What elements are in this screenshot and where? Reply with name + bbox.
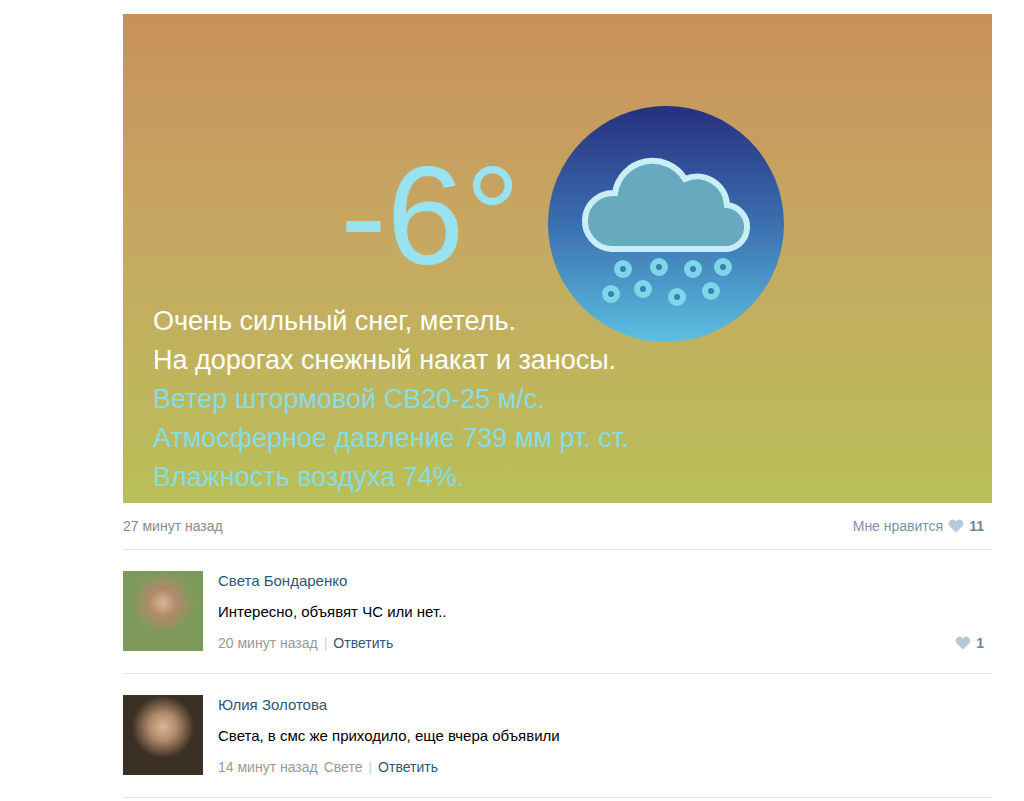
- like-label[interactable]: Мне нравится: [853, 518, 943, 534]
- reply-to[interactable]: Свете: [324, 757, 363, 777]
- post-time[interactable]: 27 минут назад: [123, 518, 223, 534]
- weather-lines: Очень сильный снег, метель.На дорогах сн…: [153, 302, 992, 497]
- post: -6° Очень сильный снег, метель.На дорогах…: [123, 14, 992, 798]
- like-button[interactable]: Мне нравится 11: [853, 518, 984, 534]
- weather-line: Очень сильный снег, метель.: [153, 302, 992, 341]
- comment-like-count: 1: [976, 633, 984, 653]
- weather-line: На дорогах снежный накат и заносы.: [153, 341, 992, 380]
- comment-text: Света, в смс же приходило, еще вчера объ…: [218, 726, 984, 746]
- comment-body: Света Бондаренко Интересно, объявят ЧС ил…: [218, 571, 984, 653]
- comment: Юлия Золотова Света, в смс же приходило, …: [123, 674, 992, 798]
- weather-header: -6°: [153, 106, 992, 302]
- weather-card: -6° Очень сильный снег, метель.На дорогах…: [123, 14, 992, 503]
- weather-line: Влажность воздуха 74%.: [153, 458, 992, 497]
- weather-icon: [548, 106, 784, 342]
- comment-time[interactable]: 14 минут назад: [218, 757, 318, 777]
- separator: |: [368, 757, 372, 777]
- comment-body: Юлия Золотова Света, в смс же приходило, …: [218, 695, 984, 777]
- page: -6° Очень сильный снег, метель.На дорогах…: [0, 0, 1024, 801]
- comment-author[interactable]: Света Бондаренко: [218, 571, 984, 591]
- comment-author[interactable]: Юлия Золотова: [218, 695, 984, 715]
- post-meta: 27 минут назад Мне нравится 11: [123, 503, 992, 550]
- comment: Света Бондаренко Интересно, объявят ЧС ил…: [123, 550, 992, 674]
- snow-cloud-icon: [571, 139, 761, 309]
- separator: |: [324, 633, 328, 653]
- like-count: 11: [969, 518, 984, 534]
- reply-link[interactable]: Ответить: [333, 633, 393, 653]
- weather-line: Атмосферное давление 739 мм рт. ст.: [153, 419, 992, 458]
- comment-like[interactable]: 1: [955, 633, 984, 653]
- heart-icon[interactable]: [948, 519, 964, 533]
- avatar[interactable]: [123, 571, 203, 651]
- reply-link[interactable]: Ответить: [378, 757, 438, 777]
- comment-footer: 14 минут назад Свете| Ответить: [218, 757, 984, 777]
- comment-footer: 20 минут назад |Ответить 1: [218, 633, 984, 653]
- comment-meta: 14 минут назад Свете| Ответить: [218, 757, 438, 777]
- comment-text: Интересно, объявят ЧС или нет..: [218, 602, 984, 622]
- weather-line: Ветер штормовой СВ20-25 м/с.: [153, 380, 992, 419]
- temperature: -6°: [340, 146, 520, 286]
- heart-icon[interactable]: [955, 636, 971, 650]
- comment-meta: 20 минут назад |Ответить: [218, 633, 393, 653]
- comment-time[interactable]: 20 минут назад: [218, 633, 318, 653]
- avatar[interactable]: [123, 695, 203, 775]
